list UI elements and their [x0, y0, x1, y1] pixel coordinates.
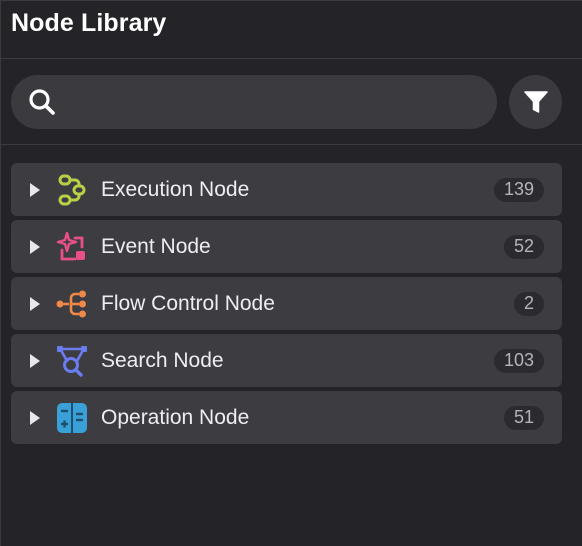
- panel-header: Node Library: [1, 1, 582, 59]
- execution-node-icon: [58, 174, 86, 205]
- search-input[interactable]: [57, 73, 497, 130]
- chevron-right-icon: [30, 296, 40, 311]
- search-icon: [29, 88, 55, 115]
- event-node-icon: [56, 231, 85, 260]
- flow-control-node-icon: [56, 290, 86, 317]
- category-item-event-node[interactable]: Event Node 52: [11, 220, 562, 273]
- operation-node-icon: [57, 402, 87, 433]
- category-item-search-node[interactable]: Search Node 103: [11, 334, 562, 387]
- search-row: [1, 59, 582, 145]
- chevron-right-icon: [30, 353, 40, 368]
- category-list: Execution Node 139 Event Node 52 Flow Co…: [1, 145, 582, 444]
- count-badge: 139: [493, 177, 544, 202]
- category-label: Execution Node: [101, 177, 250, 201]
- category-item-execution-node[interactable]: Execution Node 139: [11, 163, 562, 216]
- count-badge: 103: [493, 348, 544, 373]
- category-label: Event Node: [101, 234, 211, 258]
- chevron-right-icon: [30, 410, 40, 425]
- panel-title: Node Library: [11, 9, 167, 37]
- category-label: Search Node: [101, 348, 224, 372]
- filter-button[interactable]: [509, 74, 562, 129]
- count-badge: 51: [503, 405, 544, 430]
- category-item-operation-node[interactable]: Operation Node 51: [11, 391, 562, 444]
- filter-icon: [523, 90, 548, 113]
- count-badge: 2: [513, 291, 544, 316]
- node-library-panel: Node Library Execution Node 139 Event No…: [0, 0, 582, 546]
- category-label: Flow Control Node: [101, 291, 275, 315]
- category-item-flow-control-node[interactable]: Flow Control Node 2: [11, 277, 562, 330]
- chevron-right-icon: [30, 239, 40, 254]
- count-badge: 52: [503, 234, 544, 259]
- search-box[interactable]: [11, 73, 497, 130]
- chevron-right-icon: [30, 182, 40, 197]
- search-node-icon: [57, 345, 87, 377]
- category-label: Operation Node: [101, 405, 250, 429]
